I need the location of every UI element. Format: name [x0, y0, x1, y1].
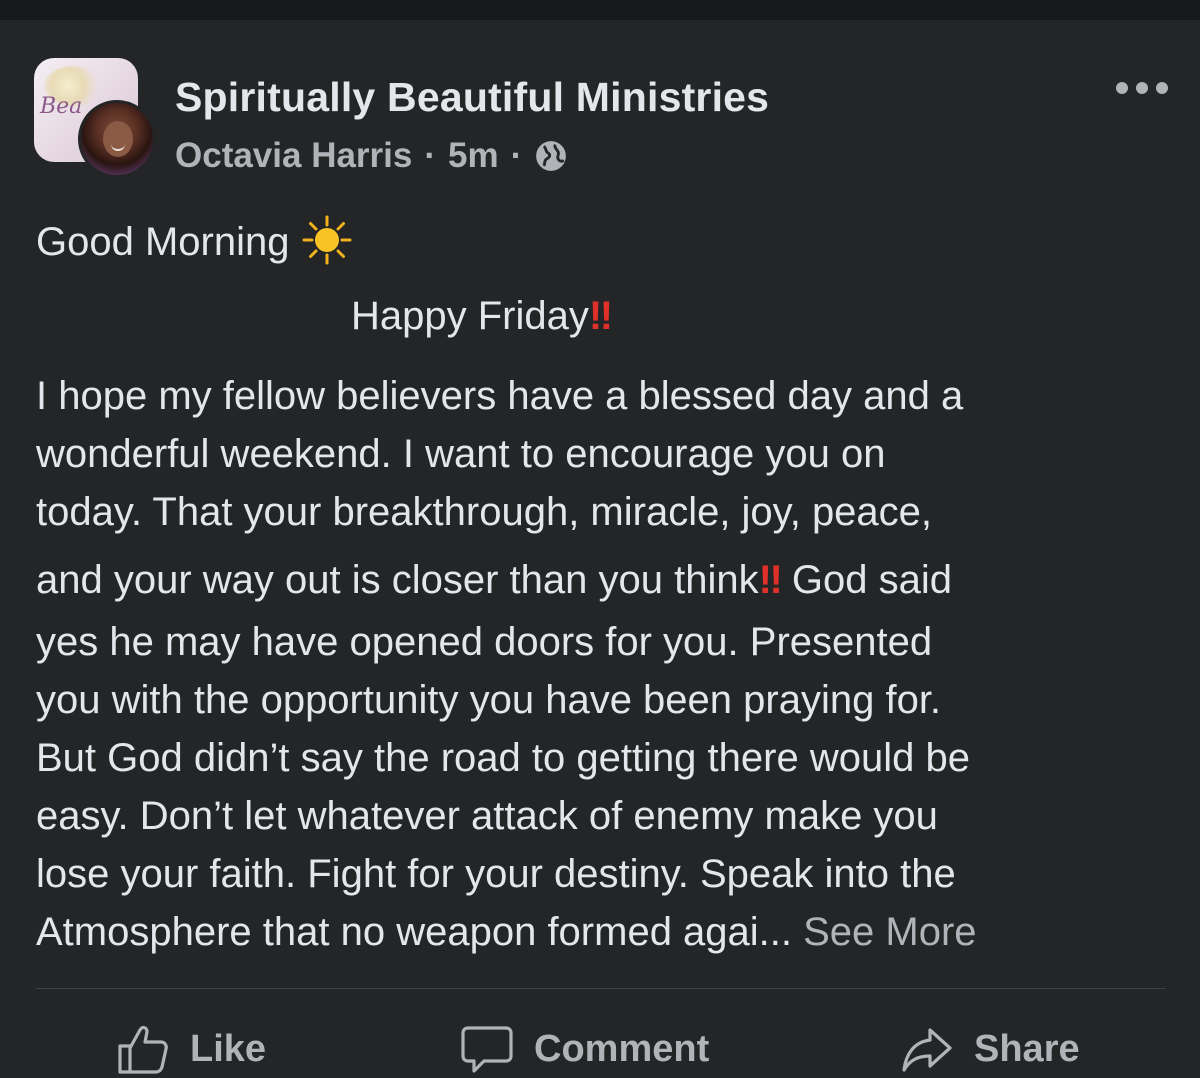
post-text-line: yes he may have opened doors for you. Pr…: [36, 620, 933, 664]
author-name-link[interactable]: Octavia Harris: [175, 136, 412, 176]
meta-separator: ·: [424, 136, 437, 175]
globe-icon[interactable]: [534, 139, 568, 173]
post-text-line: you with the opportunity you have been p…: [36, 678, 942, 722]
post-greeting-line: Good Morning: [36, 215, 353, 266]
more-dot: [1116, 82, 1128, 94]
double-exclamation-emoji: ‼: [758, 558, 783, 602]
post-text-line: easy. Don’t let whatever attack of enemy…: [36, 794, 938, 838]
page-name-link[interactable]: Spiritually Beautiful Ministries: [175, 74, 769, 121]
post-avatar[interactable]: Bea: [34, 58, 156, 178]
like-label: Like: [190, 1027, 267, 1070]
greeting-text: Good Morning: [36, 220, 290, 264]
post-timestamp[interactable]: 5m: [448, 136, 499, 176]
author-profile-picture[interactable]: [78, 100, 156, 178]
actions-divider: [36, 988, 1166, 989]
post-text-line: But God didn’t say the road to getting t…: [36, 736, 970, 780]
group-picture-text: Bea: [40, 94, 83, 119]
more-options-icon[interactable]: [1116, 76, 1168, 100]
post-text-line: I hope my fellow believers have a blesse…: [36, 374, 964, 418]
more-dot: [1156, 82, 1168, 94]
post-text-line: and your way out is closer than you thin…: [36, 556, 952, 604]
happy-friday-line: Happy Friday‼: [351, 292, 613, 340]
comment-button[interactable]: Comment: [460, 1020, 709, 1078]
like-button[interactable]: Like: [116, 1020, 266, 1078]
post-card: Bea Spiritually Beautiful Ministries Oct…: [0, 20, 1200, 1074]
share-label: Share: [974, 1027, 1080, 1070]
comment-label: Comment: [534, 1027, 710, 1070]
share-arrow-icon: [902, 1028, 952, 1072]
more-dot: [1136, 82, 1148, 94]
post-text-segment: God said: [780, 558, 953, 602]
post-text-segment: Atmosphere that no weapon formed agai...: [36, 910, 793, 954]
post-text-line: lose your faith. Fight for your destiny.…: [36, 852, 956, 896]
status-bar-strip: [0, 0, 1200, 20]
thumbs-up-icon: [118, 1025, 168, 1074]
meta-separator: ·: [510, 136, 523, 175]
double-exclamation-emoji: ‼: [588, 294, 613, 338]
author-face: [103, 121, 133, 157]
post-meta: Octavia Harris · 5m ·: [175, 134, 568, 178]
comment-bubble-icon: [461, 1026, 513, 1073]
post-text-line: wonderful weekend. I want to encourage y…: [36, 432, 886, 476]
see-more-link[interactable]: See More: [792, 910, 976, 954]
friday-text: Happy Friday: [351, 294, 589, 338]
sun-emoji: [302, 215, 352, 265]
post-text-line: Atmosphere that no weapon formed agai...…: [36, 908, 977, 956]
share-button[interactable]: Share: [900, 1020, 1080, 1078]
post-text-line: today. That your breakthrough, miracle, …: [36, 490, 933, 534]
post-text-segment: and your way out is closer than you thin…: [36, 558, 759, 602]
